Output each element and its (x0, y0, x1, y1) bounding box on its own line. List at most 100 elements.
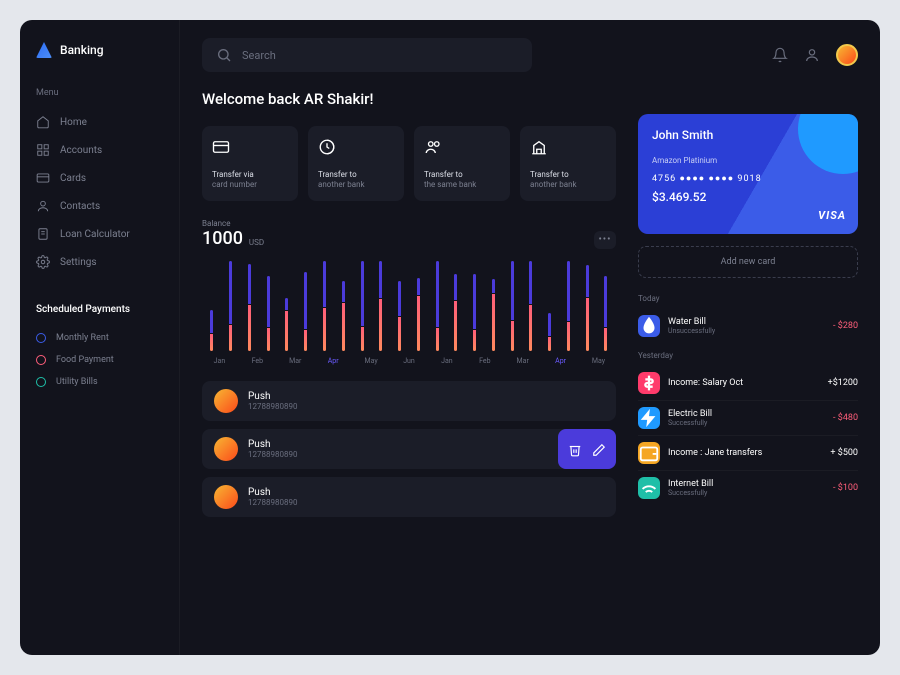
transaction-row[interactable]: Income : Jane transfers+ $500 (638, 436, 858, 471)
action-card[interactable]: Transfer tothe same bank (414, 126, 510, 201)
month-label: Jan (202, 357, 237, 365)
action-line2: another bank (318, 180, 394, 190)
month-label: Apr (543, 357, 578, 365)
menu-icon (36, 199, 50, 213)
card-balance: $3.469.52 (652, 190, 844, 204)
card-number: 4756 ●●●● ●●●● 9018 (652, 173, 844, 184)
contact-name: Push (248, 439, 297, 450)
balance-chart (202, 261, 616, 351)
add-card-button[interactable]: Add new card (638, 246, 858, 278)
menu-label: Cards (60, 173, 86, 184)
menu-icon (36, 115, 50, 129)
action-card[interactable]: Transfer toanother bank (308, 126, 404, 201)
month-label: Jan (429, 357, 464, 365)
chart-bar (467, 261, 483, 351)
edit-icon[interactable] (592, 442, 606, 456)
action-line1: Transfer to (530, 170, 606, 180)
chart-bar (223, 261, 239, 351)
sidebar-item-accounts[interactable]: Accounts (36, 136, 163, 164)
contact-avatar (214, 485, 238, 509)
action-icon (212, 138, 230, 156)
contact-actions (558, 429, 616, 469)
logo-icon (36, 42, 52, 58)
sidebar-item-settings[interactable]: Settings (36, 248, 163, 276)
balance-currency: USD (249, 238, 264, 247)
transaction-name: Income: Salary Oct (668, 378, 743, 388)
logo[interactable]: Banking (36, 42, 163, 58)
chart-bar (485, 261, 501, 351)
chart-bar (429, 261, 445, 351)
action-card[interactable]: Transfer toanother bank (520, 126, 616, 201)
sidebar-item-cards[interactable]: Cards (36, 164, 163, 192)
menu-label: Accounts (60, 145, 102, 156)
contact-row[interactable]: Push12788980890 (202, 429, 616, 469)
contact-list: Push12788980890Push12788980890Push127889… (202, 381, 616, 517)
scheduled-list: Monthly Rent Food Payment Utility Bills (36, 327, 163, 393)
action-line2: the same bank (424, 180, 500, 190)
month-label: Mar (278, 357, 313, 365)
contact-number: 12788980890 (248, 450, 297, 459)
contact-row[interactable]: Push12788980890 (202, 477, 616, 517)
chart-bar (317, 261, 333, 351)
chart-bar (523, 261, 539, 351)
transaction-status: Successfully (668, 419, 712, 427)
bell-icon[interactable] (772, 47, 788, 63)
chart-months: JanFebMarAprMayJunJanFebMarAprMay (202, 357, 616, 365)
transaction-icon (638, 407, 660, 429)
balance-label: Balance (202, 219, 243, 228)
chart-bar (204, 261, 220, 351)
chart-bar (242, 261, 258, 351)
chart-bar (561, 261, 577, 351)
today-label: Today (638, 294, 858, 303)
contact-name: Push (248, 391, 297, 402)
user-icon[interactable] (804, 47, 820, 63)
sidebar-item-contacts[interactable]: Contacts (36, 192, 163, 220)
chart-bar (260, 261, 276, 351)
main: Search Welcome back AR Shakir! Transfer … (180, 20, 880, 655)
contact-number: 12788980890 (248, 498, 297, 507)
sidebar-item-loan-calculator[interactable]: Loan Calculator (36, 220, 163, 248)
circle-icon (36, 333, 46, 343)
action-icon (424, 138, 442, 156)
balance-value: 1000 (202, 228, 243, 249)
search-placeholder: Search (242, 49, 276, 62)
credit-card[interactable]: John Smith Amazon Platinium 4756 ●●●● ●●… (638, 114, 858, 234)
chart-bar (579, 261, 595, 351)
trash-icon[interactable] (568, 442, 582, 456)
sidebar-item-home[interactable]: Home (36, 108, 163, 136)
transaction-name: Income : Jane transfers (668, 448, 762, 458)
circle-icon (36, 377, 46, 387)
transaction-row[interactable]: Electric BillSuccessfully- $480 (638, 401, 858, 436)
search-input[interactable]: Search (202, 38, 532, 72)
contact-row[interactable]: Push12788980890 (202, 381, 616, 421)
month-label: Jun (392, 357, 427, 365)
search-icon (216, 47, 232, 63)
transaction-icon (638, 477, 660, 499)
chart-bar (335, 261, 351, 351)
scheduled-item[interactable]: Monthly Rent (36, 327, 163, 349)
menu-label: Settings (60, 257, 97, 268)
menu-icon (36, 255, 50, 269)
chart-bar (448, 261, 464, 351)
menu-label: Loan Calculator (60, 229, 130, 240)
month-label: Feb (240, 357, 275, 365)
transaction-row[interactable]: Internet BillSuccessfully- $100 (638, 471, 858, 505)
action-card[interactable]: Transfer viacard number (202, 126, 298, 201)
transaction-amount: - $480 (833, 413, 858, 423)
app-name: Banking (60, 43, 104, 57)
menu-list: Home Accounts Cards Contacts Loan Calculator… (36, 108, 163, 276)
transaction-icon (638, 315, 660, 337)
scheduled-label: Food Payment (56, 355, 114, 365)
yesterday-label: Yesterday (638, 351, 858, 360)
action-line1: Transfer to (318, 170, 394, 180)
transaction-row[interactable]: Water BillUnsuccessfully- $280 (638, 309, 858, 343)
chart-bar (504, 261, 520, 351)
transaction-icon (638, 372, 660, 394)
action-line2: card number (212, 180, 288, 190)
more-button[interactable]: ••• (594, 231, 616, 249)
scheduled-item[interactable]: Food Payment (36, 349, 163, 371)
scheduled-item[interactable]: Utility Bills (36, 371, 163, 393)
avatar[interactable] (836, 44, 858, 66)
contact-name: Push (248, 487, 297, 498)
transaction-row[interactable]: Income: Salary Oct+$1200 (638, 366, 858, 401)
